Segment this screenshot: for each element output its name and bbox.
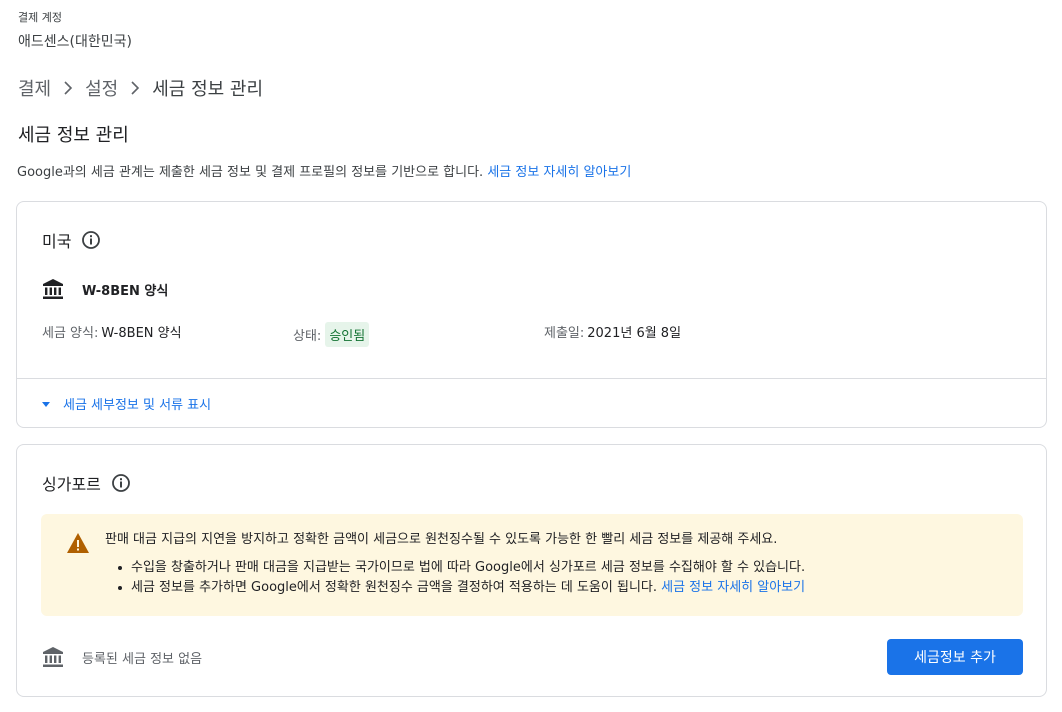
show-details-label: 세금 세부정보 및 서류 표시	[63, 398, 212, 413]
status-label: 상태:	[293, 329, 322, 344]
bank-icon	[42, 646, 64, 668]
learn-more-link[interactable]: 세금 정보 자세히 알아보기	[661, 580, 805, 595]
tax-form-label: 세금 양식:	[42, 326, 99, 341]
show-details-toggle[interactable]: 세금 세부정보 및 서류 표시	[41, 394, 211, 413]
tax-form-value: W-8BEN 양식	[101, 326, 182, 341]
info-icon[interactable]	[81, 230, 101, 250]
breadcrumb-current: 세금 정보 관리	[152, 79, 264, 100]
breadcrumb-billing[interactable]: 결제	[18, 75, 51, 101]
warning-bullet: 수입을 창출하거나 판매 대금을 지급받는 국가이므로 법에 따라 Google…	[117, 558, 805, 578]
submitted-label: 제출일:	[544, 326, 585, 341]
submitted-value: 2021년 6월 8일	[587, 326, 682, 341]
learn-more-link[interactable]: 세금 정보 자세히 알아보기	[487, 165, 631, 180]
country-name: 미국	[42, 232, 72, 251]
form-row: W-8BEN 양식	[42, 278, 168, 300]
country-name: 싱가포르	[42, 475, 101, 494]
breadcrumb: 결제 설정 세금 정보 관리	[18, 76, 263, 100]
chevron-right-icon	[63, 81, 73, 95]
warning-bullet: 세금 정보를 추가하면 Google에서 정확한 원천징수 금액을 결정하여 적…	[117, 578, 805, 598]
warning-bullet-text: 세금 정보를 추가하면 Google에서 정확한 원천징수 금액을 결정하여 적…	[131, 580, 662, 595]
account-name: 애드센스(대한민국)	[18, 34, 132, 50]
card-divider	[17, 378, 1046, 379]
intro-description: Google과의 세금 관계는 제출한 세금 정보 및 결제 프로필의 정보를 …	[17, 165, 488, 180]
warning-list: 수입을 창출하거나 판매 대금을 지급받는 국가이므로 법에 따라 Google…	[117, 558, 805, 598]
sg-tax-card: 싱가포르 판매 대금 지급의 지연을 방지하고 정확한 금액이 세금으로 원천징…	[16, 444, 1047, 697]
account-label: 결제 계정	[18, 11, 62, 24]
caret-down-icon	[41, 399, 51, 409]
warning-message: 판매 대금 지급의 지연을 방지하고 정확한 금액이 세금으로 원천징수될 수 …	[105, 532, 778, 547]
warning-banner: 판매 대금 지급의 지연을 방지하고 정확한 금액이 세금으로 원천징수될 수 …	[41, 514, 1023, 616]
breadcrumb-settings[interactable]: 설정	[85, 75, 118, 101]
info-icon[interactable]	[111, 473, 131, 493]
country-title-sg: 싱가포르	[42, 471, 131, 495]
intro-text: Google과의 세금 관계는 제출한 세금 정보 및 결제 프로필의 정보를 …	[17, 164, 631, 182]
no-tax-info: 등록된 세금 정보 없음	[42, 646, 202, 668]
status-detail: 상태: 승인됨	[293, 322, 370, 347]
chevron-right-icon	[130, 81, 140, 95]
page-title: 세금 정보 관리	[18, 125, 129, 146]
account-header: 결제 계정 애드센스(대한민국)	[18, 10, 132, 52]
warning-icon	[66, 532, 90, 554]
status-badge: 승인됨	[325, 322, 370, 347]
us-tax-card: 미국 W-8BEN 양식 세금 양식: W-8BEN 양식 상태: 승인됨 제출…	[16, 201, 1047, 428]
tax-form-detail: 세금 양식: W-8BEN 양식	[42, 322, 182, 341]
country-title-us: 미국	[42, 228, 101, 252]
no-info-label: 등록된 세금 정보 없음	[82, 651, 203, 667]
form-name: W-8BEN 양식	[82, 283, 169, 299]
add-tax-info-button[interactable]: 세금정보 추가	[887, 639, 1023, 675]
bank-icon	[42, 278, 64, 300]
submitted-detail: 제출일: 2021년 6월 8일	[544, 322, 681, 341]
